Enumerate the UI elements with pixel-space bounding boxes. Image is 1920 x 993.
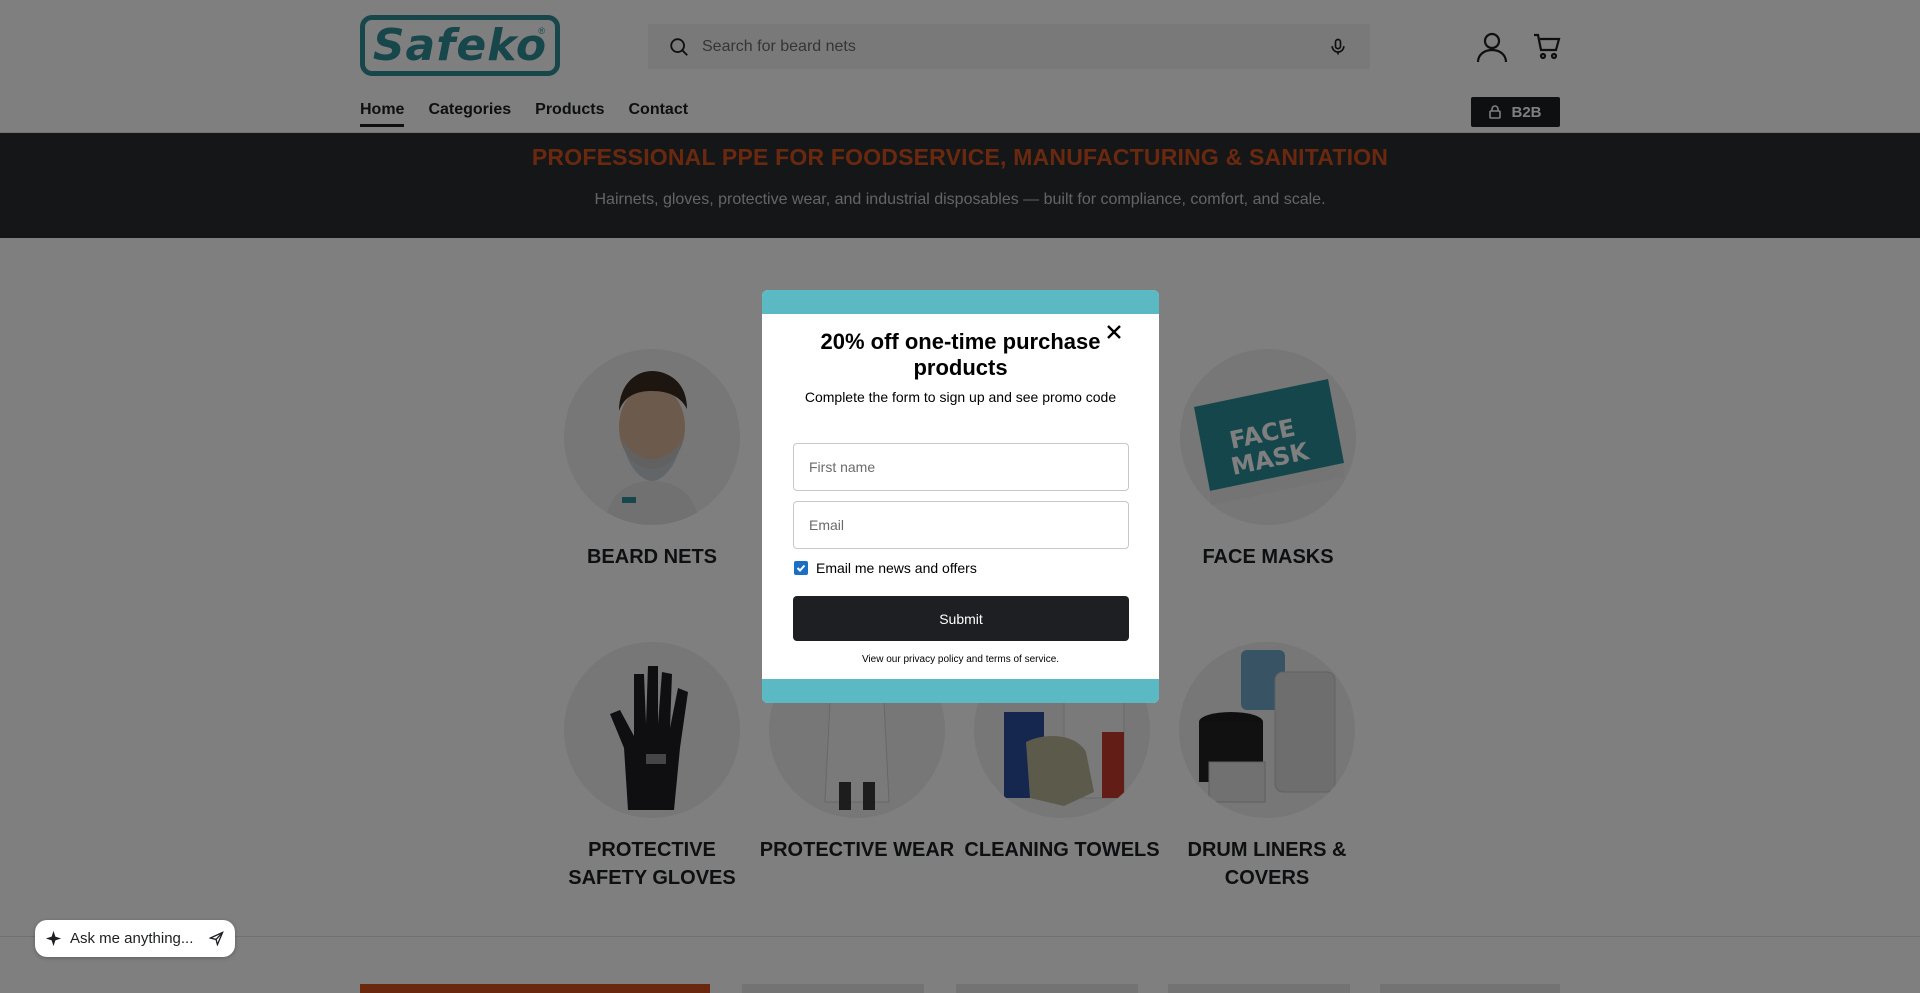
signup-modal: 20% off one-time purchase products Compl…: [762, 290, 1159, 703]
modal-bottom-band: [762, 679, 1159, 703]
ai-chat-widget[interactable]: Ask me anything...: [35, 920, 235, 957]
consent-label: Email me news and offers: [816, 560, 977, 576]
consent-row[interactable]: Email me news and offers: [794, 560, 977, 576]
email-field[interactable]: [793, 501, 1129, 549]
consent-checkbox[interactable]: [794, 561, 808, 575]
submit-button[interactable]: Submit: [793, 596, 1129, 641]
first-name-field[interactable]: [793, 443, 1129, 491]
send-icon[interactable]: [209, 931, 224, 946]
modal-top-band: [762, 290, 1159, 314]
sparkle-icon: [45, 930, 62, 947]
check-icon: [796, 564, 806, 572]
policy-text[interactable]: View our privacy policy and terms of ser…: [782, 654, 1139, 665]
chat-prompt-label[interactable]: Ask me anything...: [70, 930, 193, 947]
modal-subtitle: Complete the form to sign up and see pro…: [804, 389, 1117, 405]
modal-title: 20% off one-time purchase products: [820, 329, 1101, 380]
